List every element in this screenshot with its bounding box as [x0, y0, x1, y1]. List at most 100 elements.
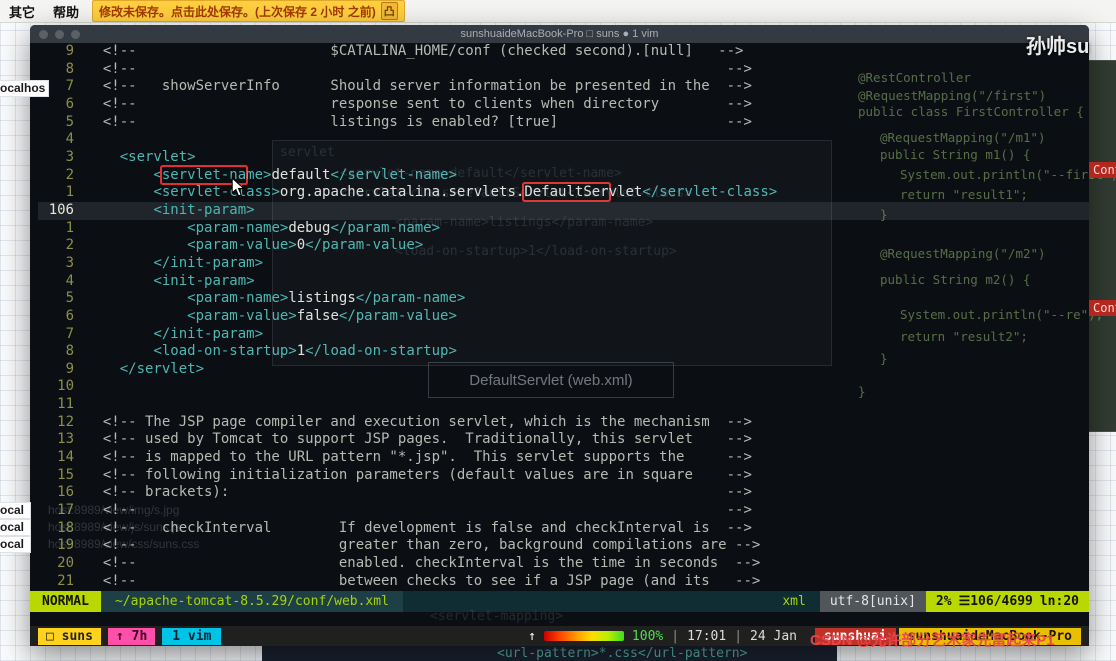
separator: |	[734, 628, 743, 644]
screen: <url-pattern>*.css</url-pattern> 其它 帮助 修…	[0, 0, 1116, 661]
line-number: 4	[65, 131, 74, 148]
code-line: 13 <!-- used by Tomcat to support JSP pa…	[38, 431, 1089, 449]
tmux-user-badge: sunshuai	[815, 627, 896, 645]
code-line: 9 <!-- $CATALINA_HOME/conf (checked seco…	[38, 43, 1089, 61]
code-line: 19 <!-- greater than zero, background co…	[38, 537, 1089, 555]
code-line: 6 <param-value>false</param-value>	[38, 308, 1089, 326]
url-label-fragment: ocal	[0, 536, 31, 553]
battery-arrow-icon: ↑	[528, 628, 536, 644]
tmux-window-vim[interactable]: 1 vim	[162, 627, 222, 645]
line-ruler: ☰106/4699	[958, 594, 1033, 609]
code-line: 4 <init-param>	[38, 273, 1089, 291]
code-line: 5 <param-name>listings</param-name>	[38, 290, 1089, 308]
unsaved-changes-notice[interactable]: 修改未保存。点击此处保存。(上次保存 2 小时 之前) 凸	[92, 0, 405, 22]
file-path: ~/apache-tomcat-8.5.29/conf/web.xml	[100, 591, 403, 612]
separator: |	[671, 628, 680, 644]
code-line: 8 <load-on-startup>1</load-on-startup>	[38, 343, 1089, 361]
line-number: 12	[57, 413, 74, 430]
code-line: 17 <!-- -->	[38, 502, 1089, 520]
line-number: 15	[57, 466, 74, 483]
url-label-fragment: ocal	[0, 519, 31, 536]
code-line: 5 <!-- listings is enabled? [true] -->	[38, 114, 1089, 132]
code-line: 21 <!-- between checks to see if a JSP p…	[38, 573, 1089, 591]
column-indicator: ln:20	[1039, 594, 1079, 609]
line-number: 1	[65, 184, 74, 201]
code-line: 2 <servlet-name>default</servlet-name>	[38, 167, 1089, 185]
line-number: 3	[65, 254, 74, 271]
tmux-session-badge[interactable]: □ suns	[38, 627, 101, 645]
vim-mode-indicator: NORMAL	[30, 591, 101, 612]
menu-item-other[interactable]: 其它	[0, 2, 44, 21]
line-number: 8	[65, 60, 74, 77]
unsaved-notice-text: 修改未保存。点击此处保存。(上次保存 2 小时 之前)	[99, 4, 376, 19]
code-line: 1 <servlet-class>org.apache.catalina.ser…	[38, 184, 1089, 202]
battery-percent: 100%	[631, 628, 664, 644]
window-title: sunshuaideMacBook-Pro □ suns ● 1 vim	[460, 28, 659, 40]
line-number: 9	[65, 43, 74, 59]
tmux-status-right: ↑ 100% | 17:01 | 24 Jan	[528, 629, 797, 644]
line-number: 13	[57, 431, 74, 448]
line-number: 21	[57, 572, 74, 589]
date: 24 Jan	[750, 628, 797, 644]
code-line: 14 <!-- is mapped to the URL pattern "*.…	[38, 449, 1089, 467]
background-url-pattern-text: <url-pattern>*.css</url-pattern>	[497, 646, 748, 661]
save-stamp-icon: 凸	[380, 2, 398, 20]
line-number: 9	[65, 360, 74, 377]
code-line: 11	[38, 396, 1089, 414]
line-number: 5	[65, 290, 74, 307]
tmux-uptime-badge: ↑ 7h	[107, 627, 156, 645]
filetype-indicator: xml	[782, 594, 806, 609]
menu-bar: 其它 帮助 修改未保存。点击此处保存。(上次保存 2 小时 之前) 凸	[0, 0, 1116, 23]
encoding-indicator: utf-8[unix]	[819, 591, 926, 612]
line-number: 2	[65, 237, 74, 254]
tmux-statusbar: □ suns ↑ 7h 1 vim ↑ 100% | 17:01 | 24 Ja…	[30, 626, 1089, 646]
line-number: 4	[65, 272, 74, 289]
line-number: 6	[65, 95, 74, 112]
code-line: 106 <init-param>	[38, 201, 1089, 220]
code-line: 7 </init-param>	[38, 326, 1089, 344]
line-number: 10	[57, 378, 74, 395]
line-number: 11	[57, 396, 74, 413]
statusline-filler	[403, 591, 768, 612]
code-line: 8 <!-- -->	[38, 61, 1089, 79]
vim-command-line[interactable]	[30, 612, 1089, 626]
code-line: 3 </init-param>	[38, 255, 1089, 273]
code-line: 9 </servlet>	[38, 361, 1089, 379]
menu-item-help[interactable]: 帮助	[44, 2, 88, 21]
line-number: 17	[57, 502, 74, 519]
terminal-window: sunshuaideMacBook-Pro □ suns ● 1 vim 9 <…	[30, 25, 1089, 646]
line-number: 7	[65, 325, 74, 342]
code-line: 2 <param-value>0</param-value>	[38, 237, 1089, 255]
code-line: 12 <!-- The JSP page compiler and execut…	[38, 414, 1089, 432]
vim-statusline: NORMAL ~/apache-tomcat-8.5.29/conf/web.x…	[30, 591, 1089, 612]
red-annotation-box: DefaultSer	[524, 184, 609, 201]
code-lines[interactable]: 9 <!-- $CATALINA_HOME/conf (checked seco…	[30, 43, 1089, 591]
code-line: 4	[38, 131, 1089, 149]
code-line: 16 <!-- brackets): -->	[38, 484, 1089, 502]
code-line: 10	[38, 378, 1089, 396]
code-line: 7 <!-- showServerInfo Should server info…	[38, 78, 1089, 96]
line-number: 106	[48, 201, 74, 218]
line-number: 16	[57, 484, 74, 501]
code-line: 6 <!-- response sent to clients when dir…	[38, 96, 1089, 114]
red-annotation-box: servlet-na	[161, 166, 247, 183]
line-number: 1	[65, 219, 74, 236]
line-number: 20	[57, 555, 74, 572]
line-number: 6	[65, 307, 74, 324]
terminal-titlebar[interactable]: sunshuaideMacBook-Pro □ suns ● 1 vim	[30, 25, 1089, 43]
code-line: 1 <param-name>debug</param-name>	[38, 220, 1089, 238]
line-number: 18	[57, 519, 74, 536]
url-label-fragment: ocal	[0, 502, 31, 519]
code-line: 18 <!-- checkInterval If development is …	[38, 520, 1089, 538]
cursor-position-indicator: 2% ☰106/4699 ln:20	[925, 591, 1089, 612]
line-number: 14	[57, 449, 74, 466]
clock: 17:01	[687, 628, 727, 644]
line-number: 7	[65, 78, 74, 95]
battery-gauge	[543, 631, 624, 641]
code-line: 20 <!-- enabled. checkInterval is the ti…	[38, 555, 1089, 573]
tmux-host-badge: sunshuaideMacBook-Pro	[898, 627, 1081, 645]
line-number: 3	[65, 148, 74, 165]
scroll-percent: 2%	[935, 594, 952, 609]
line-number: 8	[65, 343, 74, 360]
line-number: 19	[57, 537, 74, 554]
